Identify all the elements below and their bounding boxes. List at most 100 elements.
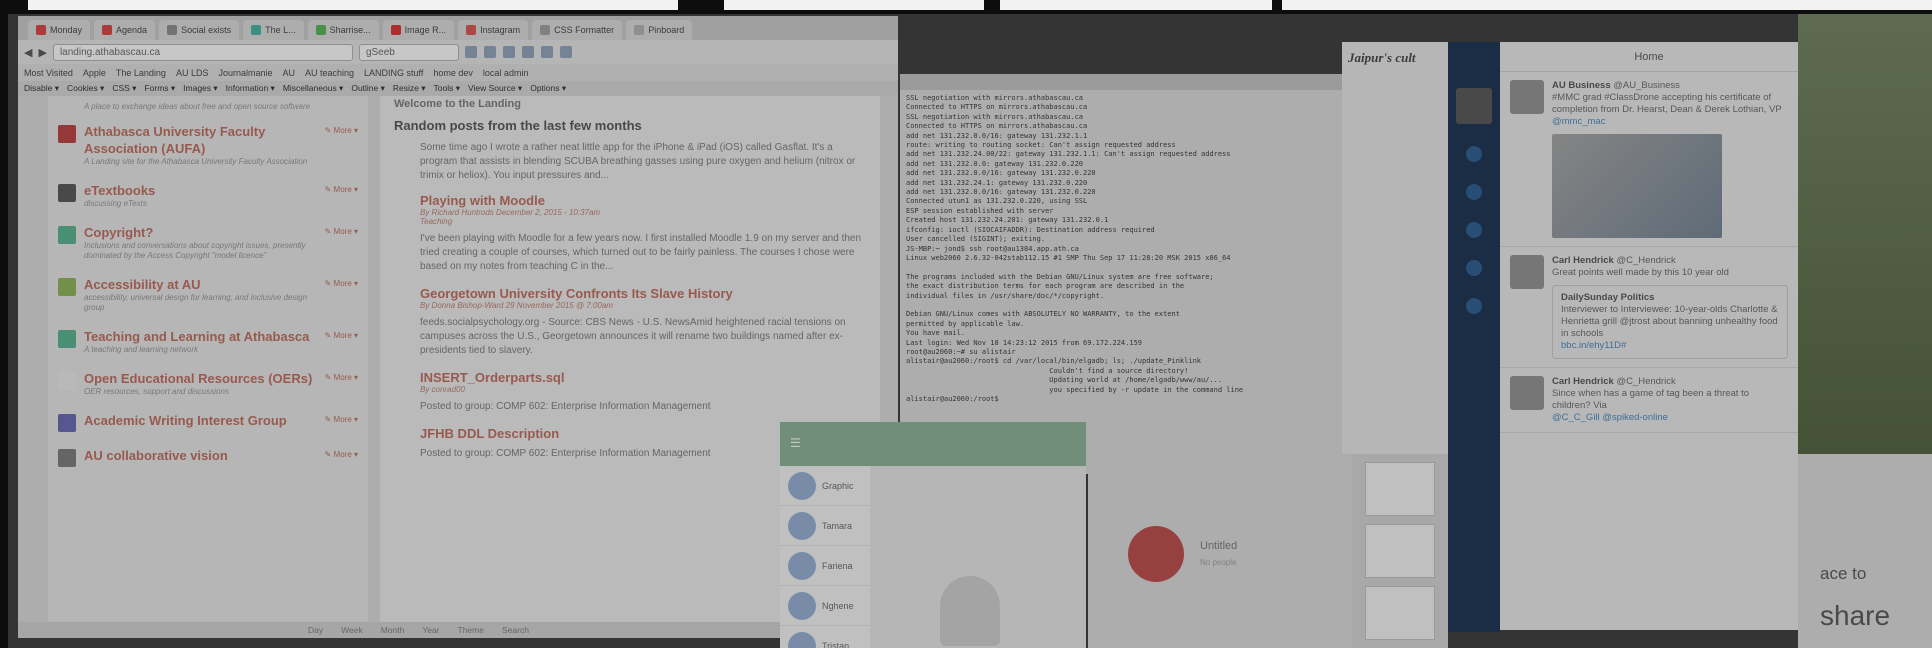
bookmark-item[interactable]: AU teaching	[305, 68, 354, 78]
tweet-author[interactable]: Carl Hendrick	[1552, 376, 1614, 387]
group-more-menu[interactable]: ✎ More ▾	[325, 126, 358, 167]
bookmark-item[interactable]: local admin	[483, 68, 529, 78]
tweet[interactable]: Carl Hendrick @C_Hendrick Great points we…	[1500, 247, 1798, 368]
browser-tab[interactable]: Monday	[28, 20, 91, 40]
webdev-menu-item[interactable]: Images ▾	[183, 83, 218, 94]
group-more-menu[interactable]: ✎ More ▾	[325, 279, 358, 313]
browser-tab[interactable]: Image R...	[382, 20, 455, 40]
bookmark-item[interactable]: Journalmanie	[218, 68, 272, 78]
tweet-author[interactable]: AU Business	[1552, 80, 1611, 91]
post-title-link[interactable]: Georgetown University Confronts Its Slav…	[420, 286, 866, 301]
settings-icon[interactable]	[559, 46, 572, 58]
group-title-link[interactable]: Copyright?	[84, 224, 317, 241]
group-more-menu[interactable]: ✎ More ▾	[325, 227, 358, 261]
group-description: accessibility, universal design for lear…	[84, 293, 308, 312]
bookmark-item[interactable]: The Landing	[116, 68, 166, 78]
webdev-menu-item[interactable]: Miscellaneous ▾	[283, 83, 344, 94]
browser-tab[interactable]: Agenda	[94, 20, 156, 40]
group-title-link[interactable]: Athabasca University Faculty Association…	[84, 123, 317, 157]
webdev-menu-item[interactable]: Forms ▾	[144, 83, 175, 94]
menu-icon[interactable]: ☰	[790, 436, 801, 450]
group-title-link[interactable]: AU collaborative vision	[84, 447, 317, 464]
bookmark-item[interactable]: AU	[282, 68, 295, 78]
post-title-link[interactable]: Playing with Moodle	[420, 193, 866, 208]
status-item[interactable]: Year	[422, 625, 439, 635]
group-title-link[interactable]: Open Educational Resources (OERs)	[84, 370, 317, 387]
browser-tab[interactable]: Instagram	[458, 20, 529, 40]
group-title-link[interactable]: Accessibility at AU	[84, 276, 317, 293]
webdev-menu-item[interactable]: CSS ▾	[112, 83, 136, 94]
webdev-menu-item[interactable]: Disable ▾	[24, 83, 59, 94]
webdev-menu-item[interactable]: Information ▾	[226, 83, 275, 94]
avatar[interactable]	[1510, 80, 1544, 114]
group-title-link[interactable]: eTextbooks	[84, 182, 317, 199]
tweet-link[interactable]: @mmc_mac	[1552, 116, 1788, 128]
group-more-menu[interactable]: ✎ More ▾	[325, 415, 358, 432]
tweet-link[interactable]: @C_C_Gill @spiked-online	[1552, 412, 1788, 424]
chat-contact[interactable]: Graphic	[780, 466, 870, 506]
forward-icon[interactable]: ▶	[38, 46, 46, 59]
quoted-link[interactable]: bbc.in/ehy11D#	[1561, 340, 1779, 352]
status-item[interactable]: Week	[341, 625, 363, 635]
chat-contact[interactable]: Tristan	[780, 626, 870, 648]
status-item[interactable]: Month	[381, 625, 405, 635]
back-icon[interactable]: ◀	[24, 46, 32, 59]
bookmark-item[interactable]: Apple	[83, 68, 106, 78]
tweet-photo[interactable]	[1552, 134, 1722, 238]
group-title-link[interactable]: Teaching and Learning at Athabasca	[84, 328, 317, 345]
browser-tab[interactable]: Social exists	[159, 20, 240, 40]
chat-contact[interactable]: Tamara	[780, 506, 870, 546]
webdev-menu-item[interactable]: Tools ▾	[434, 83, 460, 94]
document-title[interactable]: Untitled	[1200, 540, 1237, 552]
messages-icon[interactable]	[1466, 222, 1482, 238]
webdev-menu-item[interactable]: View Source ▾	[468, 83, 522, 94]
browser-tab[interactable]: Sharrise...	[307, 20, 379, 40]
url-bar[interactable]: landing.athabascau.ca	[52, 43, 353, 61]
share-icon[interactable]	[540, 46, 553, 58]
bookmark-icon[interactable]	[502, 46, 515, 58]
tweet[interactable]: Carl Hendrick @C_Hendrick Since when has …	[1500, 368, 1798, 433]
webdev-menu-item[interactable]: Cookies ▾	[67, 83, 104, 94]
group-title-link[interactable]: Academic Writing Interest Group	[84, 412, 317, 429]
tweet[interactable]: AU Business @AU_Business #MMC grad #Class…	[1500, 72, 1798, 247]
status-item[interactable]: Theme	[458, 625, 484, 635]
slide-thumbnail[interactable]	[1365, 524, 1435, 578]
download-icon[interactable]	[464, 46, 477, 58]
home-icon[interactable]	[1466, 146, 1482, 162]
bookmark-item[interactable]: LANDING stuff	[364, 68, 423, 78]
group-more-menu[interactable]: ✎ More ▾	[325, 331, 358, 355]
home-icon[interactable]	[483, 46, 496, 58]
webdev-menu-item[interactable]: Resize ▾	[393, 83, 426, 94]
group-more-menu[interactable]: ✎ More ▾	[325, 373, 358, 397]
chat-window: ☰ Graphic Tamara Fariena Nghene Tristan	[780, 422, 1086, 648]
chat-contact[interactable]: Fariena	[780, 546, 870, 586]
browser-tab[interactable]: The L...	[243, 20, 304, 40]
webdev-menu-item[interactable]: Outline ▾	[351, 83, 385, 94]
quoted-tweet[interactable]: DailySunday Politics Interviewer to Inter…	[1552, 285, 1788, 359]
search-icon[interactable]	[1466, 298, 1482, 314]
bookmark-item[interactable]: AU LDS	[176, 68, 209, 78]
browser-tab[interactable]: Pinboard	[626, 20, 693, 40]
group-more-menu[interactable]: ✎ More ▾	[325, 450, 358, 467]
bookmark-item[interactable]: Most Visited	[24, 68, 73, 78]
avatar[interactable]	[1510, 255, 1544, 289]
status-item[interactable]: Day	[308, 625, 323, 635]
share-text-line2: share	[1820, 600, 1891, 631]
notifications-icon[interactable]	[1466, 184, 1482, 200]
chat-contact[interactable]: Nghene	[780, 586, 870, 626]
slide-thumbnail[interactable]	[1365, 462, 1435, 516]
group-more-menu[interactable]: ✎ More ▾	[325, 185, 358, 209]
post-title-link[interactable]: INSERT_Orderparts.sql	[420, 370, 866, 385]
bookmark-item[interactable]: home dev	[433, 68, 473, 78]
search-input[interactable]: gSeeb	[358, 43, 459, 61]
status-item[interactable]: Search	[502, 625, 529, 635]
webdev-menu-item[interactable]: Options ▾	[530, 83, 566, 94]
activity-icon[interactable]	[1466, 260, 1482, 276]
slide-thumbnail[interactable]	[1365, 586, 1435, 640]
extension-icon[interactable]	[521, 46, 534, 58]
avatar[interactable]	[1510, 376, 1544, 410]
browser-tab[interactable]: CSS Formatter	[532, 20, 623, 40]
post-tag[interactable]: Teaching	[420, 217, 866, 226]
tweet-author[interactable]: Carl Hendrick	[1552, 255, 1614, 266]
avatar[interactable]	[1456, 88, 1492, 124]
